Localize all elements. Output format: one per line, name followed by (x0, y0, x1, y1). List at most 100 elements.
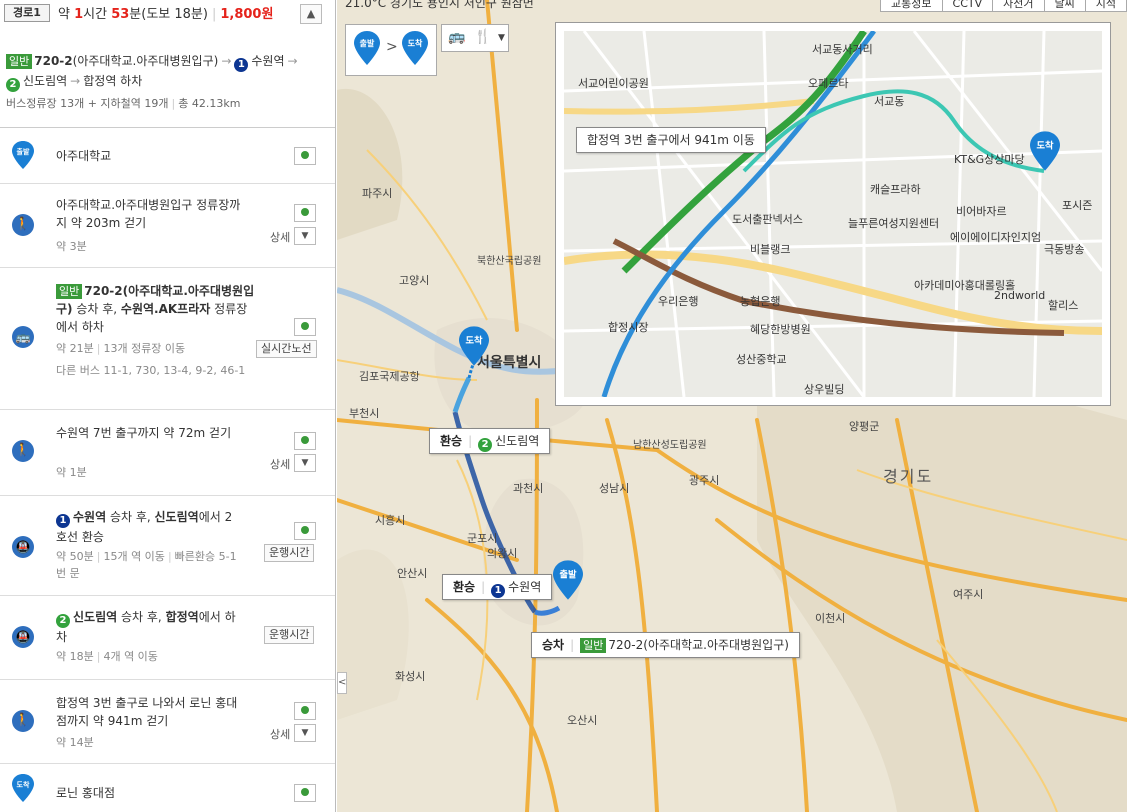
collapse-panel-handle[interactable]: < (337, 672, 347, 694)
map-focus-button[interactable] (294, 204, 316, 222)
map-tools: 🚌 🍴 ▼ (441, 24, 509, 52)
transfer-callout: 환승 | 2 신도림역 (429, 428, 551, 454)
line-2-icon: 2 (6, 78, 20, 92)
chevron-down-icon[interactable]: ▼ (498, 33, 505, 43)
inset-place-label: 혜당한방병원 (750, 323, 811, 336)
place-label: 화성시 (395, 670, 426, 683)
timetable-button[interactable]: 운행시간 (264, 544, 315, 562)
destination-pin-icon: 도착 (12, 774, 34, 802)
step-text: 아주대학교 (56, 149, 112, 163)
chevron-down-icon[interactable]: ▼ (294, 724, 316, 742)
svg-text:출발: 출발 (17, 147, 30, 156)
inset-place-label: 2ndworld (994, 289, 1046, 302)
chevron-up-icon[interactable]: ▲ (300, 4, 322, 24)
svg-text:출발: 출발 (360, 38, 375, 48)
timetable-button[interactable]: 운행시간 (264, 626, 315, 644)
place-label: 군포시 (467, 532, 498, 545)
detail-link[interactable]: 상세 (270, 456, 290, 472)
map-focus-button[interactable] (294, 522, 316, 540)
step-text: 아주대학교.아주대병원입구 정류장까지 약 203m 걷기 (56, 198, 241, 230)
place-label: 고양시 (399, 274, 430, 287)
map-layer-tabs: 교통정보 CCTV 자전거 날씨 지적 (880, 0, 1127, 12)
step-walk: 🚶 아주대학교.아주대병원입구 정류장까지 약 203m 걷기 약 3분 상세 … (0, 184, 335, 268)
weather-info: 21.0°C 경기도 용인시 처인구 원삼면 (345, 0, 534, 10)
inset-place-label: 상우빌딩 (804, 383, 845, 396)
inset-map[interactable]: 서교어린이공원 서교동사거리 오페르타 서교동 도서출판넥서스 비블랭크 늘푸른… (564, 31, 1102, 397)
route-stats: 버스정류장 13개 + 지하철역 19개 | 총 42.13km (6, 97, 241, 110)
inset-place-label: 극동방송 (1044, 243, 1085, 256)
bus-filter-icon[interactable]: 🚌 (448, 29, 465, 45)
map-focus-button[interactable] (294, 784, 316, 802)
step-bus: 🚌 일반 720-2(아주대학교.아주대병원입구) 승차 후, 수원역.AK프라자… (0, 268, 335, 410)
restaurant-icon[interactable]: 🍴 (474, 29, 491, 45)
place-label: 시흥시 (375, 514, 406, 527)
arrow-right-icon: → (221, 54, 232, 68)
inset-place-label: KT&G상상마당 (954, 153, 1025, 166)
line-1-icon: 1 (234, 58, 249, 72)
inset-place-label: 오페르타 (808, 77, 849, 90)
route-tab[interactable]: 경로1 (4, 4, 50, 22)
place-label: 의왕시 (487, 547, 518, 560)
step-text: 1 수원역 승차 후, 신도림역에서 2호선 환승 (56, 510, 233, 544)
tab-bicycle[interactable]: 자전거 (992, 0, 1045, 12)
chevron-right-icon: > (386, 39, 398, 55)
inset-place-label: 서교동사거리 (812, 43, 873, 56)
bus-icon: 🚌 (12, 326, 34, 348)
tab-weather[interactable]: 날씨 (1043, 0, 1086, 12)
place-label: 김포국제공항 (359, 370, 420, 383)
tab-cadastral[interactable]: 지적 (1084, 0, 1127, 12)
destination-pin-icon[interactable]: 도착 (1030, 131, 1060, 171)
place-label: 경기도 (883, 467, 934, 486)
svg-text:출발: 출발 (560, 569, 577, 581)
start-pin-icon[interactable]: 출발 (553, 560, 583, 600)
walk-icon: 🚶 (12, 214, 34, 236)
other-buses: 다른 버스 11-1, 730, 13-4, 9-2, 46-1 (56, 364, 246, 377)
step-subway: 🚇 2 신도림역 승차 후, 합정역에서 하차 약 18분 | 4개 역 이동 운행시… (0, 596, 335, 680)
inset-place-label: 성산중학교 (736, 353, 787, 366)
inset-place-label: 서교어린이공원 (578, 77, 649, 90)
step-text: 로닌 홍대점 (56, 786, 116, 800)
subway-icon: 🚇 (12, 536, 34, 558)
inset-place-label: 캐슬프라하 (870, 183, 921, 196)
inset-place-label: 우리은행 (658, 295, 699, 308)
board-callout: 승차 | 일반 720-2(아주대학교.아주대병원입구) (531, 632, 800, 658)
inset-place-label: 포시즌 (1062, 199, 1093, 212)
map-focus-button[interactable] (294, 702, 316, 720)
detail-link[interactable]: 상세 (270, 726, 290, 742)
walk-icon: 🚶 (12, 440, 34, 462)
route-duration: 약 1시간 53분(도보 18분) | 1,800원 (58, 7, 274, 22)
route-summary: 경로1 약 1시간 53분(도보 18분) | 1,800원 ▲ 일반 720-2(아… (0, 0, 335, 128)
map-focus-button[interactable] (294, 147, 316, 165)
step-duration: 약 3분 (56, 240, 87, 253)
map-view[interactable]: 21.0°C 경기도 용인시 처인구 원삼면 교통정보 CCTV 자전거 날씨 … (337, 0, 1127, 812)
step-subway: 🚇 1 수원역 승차 후, 신도림역에서 2호선 환승 약 50분 | 15개 역 이… (0, 496, 335, 596)
map-focus-button[interactable] (294, 432, 316, 450)
step-walk: 🚶 합정역 3번 출구로 나와서 로닌 홍대점까지 약 941m 걷기 약 14… (0, 680, 335, 764)
chevron-down-icon[interactable]: ▼ (294, 454, 316, 472)
step-duration: 약 1분 (56, 466, 87, 479)
arrow-right-icon: → (70, 74, 81, 88)
detail-link[interactable]: 상세 (270, 229, 290, 245)
inset-place-label: 서교동 (874, 95, 905, 108)
place-label: 북한산국립공원 (477, 256, 542, 267)
place-label: 파주시 (362, 187, 393, 200)
map-focus-button[interactable] (294, 318, 316, 336)
route-path-line: 2 신도림역 → 합정역 하차 (6, 72, 142, 92)
realtime-route-button[interactable]: 실시간노선 (256, 340, 317, 358)
tab-traffic[interactable]: 교통정보 (880, 0, 943, 12)
transfer-callout: 환승 | 1 수원역 (442, 574, 553, 600)
step-duration: 약 18분 | 4개 역 이동 (56, 650, 158, 663)
subway-icon: 🚇 (12, 626, 34, 648)
place-label: 광주시 (689, 474, 720, 487)
svg-text:도착: 도착 (17, 780, 30, 789)
start-pin-icon: 출발 (12, 141, 34, 169)
arrow-right-icon: → (287, 54, 298, 68)
route-path-line: 일반 720-2(아주대학교.아주대병원입구) → 1 수원역 → (6, 52, 301, 72)
place-label: 과천시 (513, 482, 544, 495)
fare: 1,800원 (220, 7, 274, 22)
destination-pin-icon[interactable]: 도착 (459, 326, 489, 366)
chevron-down-icon[interactable]: ▼ (294, 227, 316, 245)
tab-cctv[interactable]: CCTV (941, 0, 994, 12)
origin-destination-box[interactable]: 출발 > 도착 (345, 24, 437, 76)
walk-icon: 🚶 (12, 710, 34, 732)
